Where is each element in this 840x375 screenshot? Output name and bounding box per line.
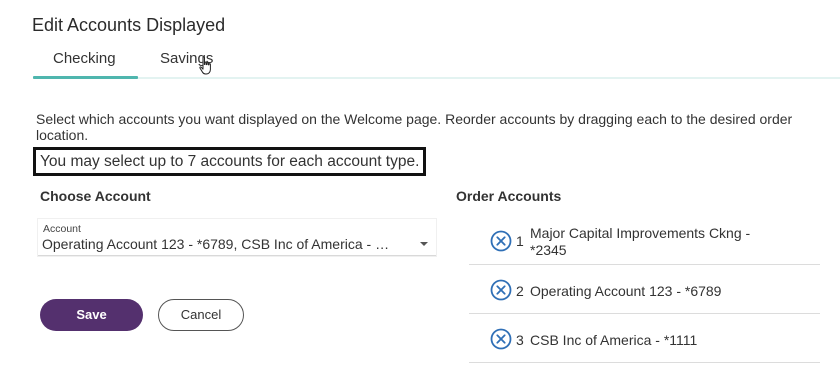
hand-pointer-icon	[199, 56, 211, 75]
tab-checking[interactable]: Checking	[53, 50, 116, 67]
order-account-name: Operating Account 123 - *6789	[530, 283, 722, 299]
order-account-name: CSB Inc of America - *1111	[530, 332, 698, 348]
page-title: Edit Accounts Displayed	[32, 15, 226, 35]
order-account-name: Major Capital Improvements Ckng - *2345	[530, 225, 751, 258]
tabs-divider	[33, 77, 840, 79]
active-tab-indicator	[33, 76, 138, 79]
account-limit-note: You may select up to 7 accounts for each…	[33, 147, 427, 176]
account-select-value-text: Operating Account 123 - *6789, CSB Inc o…	[42, 236, 394, 252]
account-select[interactable]: Account Operating Account 123 - *6789, C…	[38, 219, 436, 256]
remove-account-icon[interactable]	[490, 328, 512, 350]
account-select-label: Account	[43, 223, 81, 235]
account-select-value: Operating Account 123 - *6789, CSB Inc o…	[42, 236, 412, 252]
caret-down-icon[interactable]	[419, 240, 429, 248]
order-number: 3	[516, 332, 524, 348]
save-button[interactable]: Save	[40, 299, 143, 331]
order-number: 1	[516, 233, 524, 249]
order-number: 2	[516, 283, 524, 299]
remove-account-icon[interactable]	[490, 279, 512, 301]
cancel-button[interactable]: Cancel	[158, 299, 244, 331]
instructions-description: Select which accounts you want displayed…	[36, 111, 793, 143]
order-list-item[interactable]: 3 CSB Inc of America - *1111	[469, 314, 820, 363]
order-list-item[interactable]: 2 Operating Account 123 - *6789	[469, 265, 820, 314]
order-list-item[interactable]: 1 Major Capital Improvements Ckng - *234…	[469, 217, 820, 265]
choose-account-heading: Choose Account	[40, 188, 151, 204]
instructions-text: Select which accounts you want displayed…	[36, 111, 840, 143]
order-accounts-heading: Order Accounts	[456, 188, 562, 204]
remove-account-icon[interactable]	[490, 230, 512, 252]
